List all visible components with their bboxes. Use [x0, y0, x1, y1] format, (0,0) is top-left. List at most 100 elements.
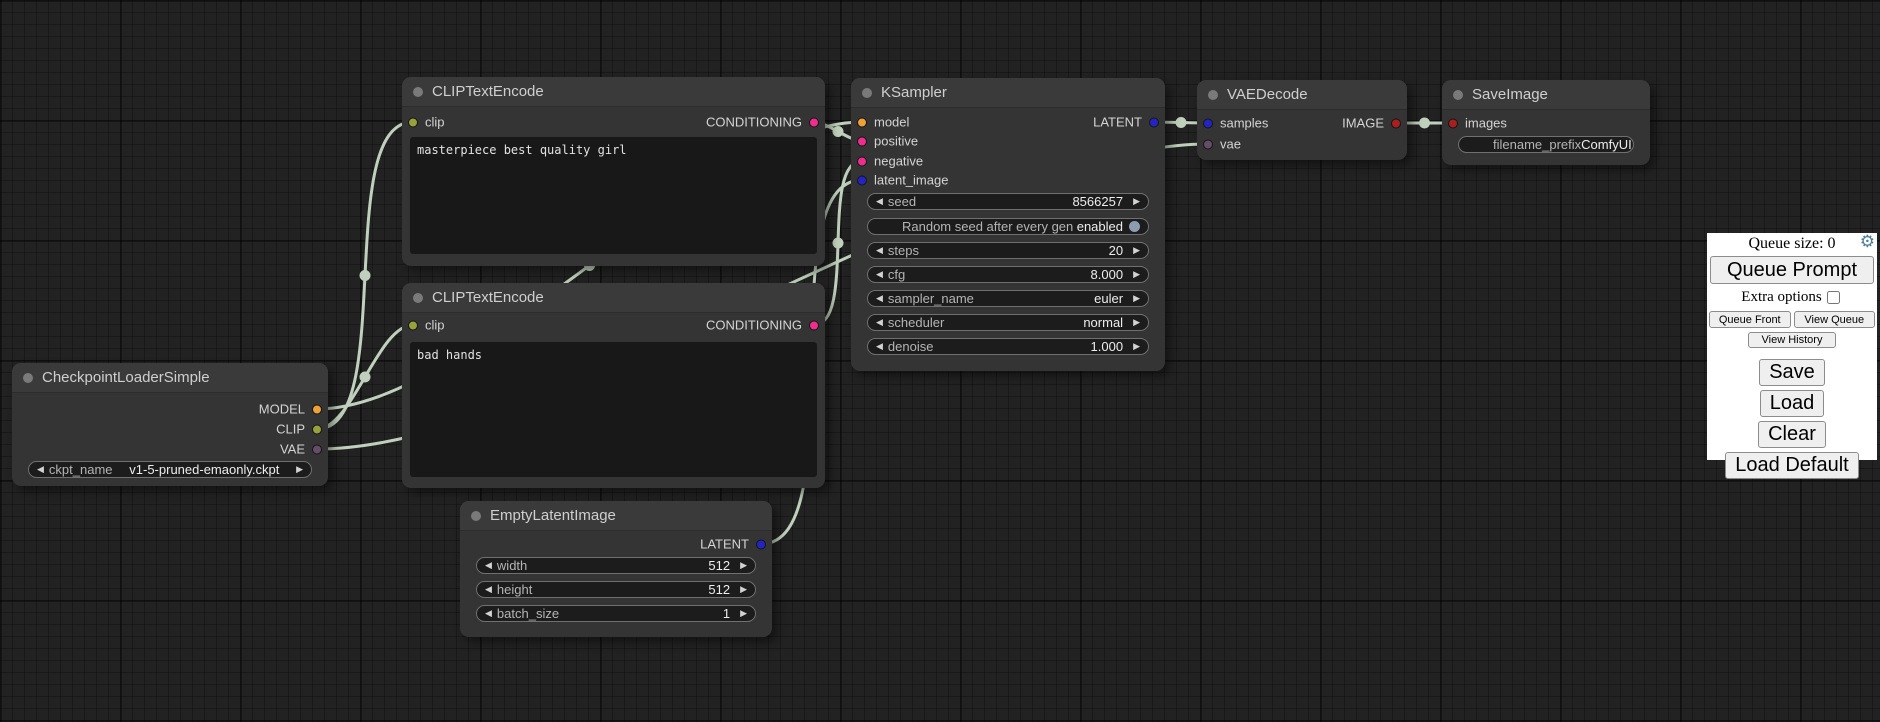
seed-widget[interactable]: ◀ seed 8566257 ▶ — [867, 193, 1149, 210]
input-slot-negative[interactable]: negative — [857, 154, 923, 169]
positive-prompt-textarea[interactable]: masterpiece best quality girl — [410, 137, 817, 254]
input-slot-samples[interactable]: samples — [1203, 116, 1268, 131]
input-slot-positive[interactable]: positive — [857, 134, 918, 149]
decrement-arrow-icon[interactable]: ◀ — [876, 270, 883, 279]
view-history-button[interactable]: View History — [1748, 332, 1836, 348]
node-empty-latent-image: EmptyLatentImage LATENT ◀ width 512 ▶ ◀ … — [460, 501, 772, 637]
width-widget[interactable]: ◀ width 512 ▶ — [476, 557, 756, 574]
ckpt-name-value: v1-5-pruned-emaonly.ckpt — [113, 463, 297, 476]
positive-input-dot[interactable] — [857, 136, 867, 146]
settings-gear-icon[interactable]: ⚙ — [1860, 232, 1875, 252]
node-title-bar[interactable]: CLIPTextEncode — [402, 283, 825, 313]
decrement-arrow-icon[interactable]: ◀ — [876, 246, 883, 255]
collapse-dot-icon[interactable] — [413, 87, 423, 97]
output-slot-conditioning[interactable]: CONDITIONING — [706, 115, 819, 130]
clip-output-dot[interactable] — [312, 424, 322, 434]
collapse-dot-icon[interactable] — [471, 511, 481, 521]
steps-widget[interactable]: ◀ steps 20 ▶ — [867, 242, 1149, 259]
samples-input-dot[interactable] — [1203, 118, 1213, 128]
clear-button[interactable]: Clear — [1758, 421, 1826, 448]
output-slot-latent[interactable]: LATENT — [700, 537, 766, 552]
decrement-arrow-icon[interactable]: ◀ — [485, 561, 492, 570]
filename-prefix-widget[interactable]: filename_prefix ComfyUI — [1458, 136, 1634, 153]
input-slot-clip[interactable]: clip — [408, 318, 445, 333]
ckpt-name-widget[interactable]: ◀ ckpt_name v1-5-pruned-emaonly.ckpt ▶ — [28, 461, 312, 478]
latent-output-dot[interactable] — [756, 539, 766, 549]
toggle-enabled-icon[interactable] — [1129, 221, 1140, 232]
increment-arrow-icon[interactable]: ▶ — [740, 585, 747, 594]
node-title-bar[interactable]: CLIPTextEncode — [402, 77, 825, 107]
node-title-bar[interactable]: KSampler — [851, 78, 1165, 108]
load-default-button[interactable]: Load Default — [1725, 452, 1858, 479]
decrement-arrow-icon[interactable]: ◀ — [876, 294, 883, 303]
negative-input-dot[interactable] — [857, 156, 867, 166]
collapse-dot-icon[interactable] — [23, 373, 33, 383]
input-slot-vae[interactable]: vae — [1203, 137, 1241, 152]
node-graph-canvas[interactable]: CheckpointLoaderSimple MODEL CLIP VAE ◀ … — [0, 0, 1880, 722]
random-seed-toggle-widget[interactable]: Random seed after every gen enabled — [867, 218, 1149, 235]
increment-arrow-icon[interactable]: ▶ — [1133, 294, 1140, 303]
view-queue-button[interactable]: View Queue — [1794, 311, 1876, 328]
vae-output-dot[interactable] — [312, 444, 322, 454]
increment-arrow-icon[interactable]: ▶ — [740, 609, 747, 618]
latent-output-dot[interactable] — [1149, 117, 1159, 127]
node-title-bar[interactable]: CheckpointLoaderSimple — [12, 363, 328, 393]
decrement-arrow-icon[interactable]: ◀ — [485, 609, 492, 618]
input-slot-images[interactable]: images — [1448, 116, 1507, 131]
decrement-arrow-icon[interactable]: ◀ — [876, 342, 883, 351]
image-output-dot[interactable] — [1391, 118, 1401, 128]
collapse-dot-icon[interactable] — [413, 293, 423, 303]
increment-arrow-icon[interactable]: ▶ — [296, 465, 303, 474]
collapse-dot-icon[interactable] — [862, 88, 872, 98]
collapse-dot-icon[interactable] — [1208, 90, 1218, 100]
extra-options-checkbox[interactable] — [1827, 291, 1840, 304]
input-slot-latent-image[interactable]: latent_image — [857, 173, 948, 188]
load-button[interactable]: Load — [1760, 390, 1825, 417]
output-slot-clip[interactable]: CLIP — [276, 422, 322, 437]
images-input-dot[interactable] — [1448, 118, 1458, 128]
clip-input-dot[interactable] — [408, 117, 418, 127]
queue-front-button[interactable]: Queue Front — [1709, 311, 1791, 328]
latent-image-input-dot[interactable] — [857, 175, 867, 185]
decrement-arrow-icon[interactable]: ◀ — [37, 465, 44, 474]
batch-size-widget[interactable]: ◀ batch_size 1 ▶ — [476, 605, 756, 622]
input-slot-clip[interactable]: clip — [408, 115, 445, 130]
model-input-dot[interactable] — [857, 117, 867, 127]
node-clip-text-encode-negative: CLIPTextEncode clip CONDITIONING bad han… — [402, 283, 825, 488]
conditioning-output-dot[interactable] — [809, 117, 819, 127]
save-button[interactable]: Save — [1759, 359, 1825, 386]
increment-arrow-icon[interactable]: ▶ — [1133, 197, 1140, 206]
decrement-arrow-icon[interactable]: ◀ — [876, 197, 883, 206]
increment-arrow-icon[interactable]: ▶ — [1133, 318, 1140, 327]
collapse-dot-icon[interactable] — [1453, 90, 1463, 100]
increment-arrow-icon[interactable]: ▶ — [1133, 342, 1140, 351]
input-slot-model[interactable]: model — [857, 115, 909, 130]
cfg-widget[interactable]: ◀ cfg 8.000 ▶ — [867, 266, 1149, 283]
denoise-widget[interactable]: ◀ denoise 1.000 ▶ — [867, 338, 1149, 355]
node-ksampler: KSampler model positive negative latent_… — [851, 78, 1165, 371]
sampler-name-widget[interactable]: ◀ sampler_name euler ▶ — [867, 290, 1149, 307]
clip-input-dot[interactable] — [408, 320, 418, 330]
node-title-bar[interactable]: EmptyLatentImage — [460, 501, 772, 531]
model-output-dot[interactable] — [312, 404, 322, 414]
output-slot-latent[interactable]: LATENT — [1093, 115, 1159, 130]
output-slot-conditioning[interactable]: CONDITIONING — [706, 318, 819, 333]
output-slot-vae[interactable]: VAE — [280, 442, 322, 457]
vae-input-dot[interactable] — [1203, 139, 1213, 149]
node-title-bar[interactable]: SaveImage — [1442, 80, 1650, 110]
extra-options-label: Extra options — [1741, 289, 1821, 305]
output-slot-image[interactable]: IMAGE — [1342, 116, 1401, 131]
queue-prompt-button[interactable]: Queue Prompt — [1710, 256, 1874, 284]
height-widget[interactable]: ◀ height 512 ▶ — [476, 581, 756, 598]
increment-arrow-icon[interactable]: ▶ — [1133, 246, 1140, 255]
node-title-bar[interactable]: VAEDecode — [1197, 80, 1407, 110]
decrement-arrow-icon[interactable]: ◀ — [485, 585, 492, 594]
increment-arrow-icon[interactable]: ▶ — [1133, 270, 1140, 279]
negative-prompt-textarea[interactable]: bad hands — [410, 342, 817, 477]
conditioning-output-dot[interactable] — [809, 320, 819, 330]
node-clip-text-encode-positive: CLIPTextEncode clip CONDITIONING masterp… — [402, 77, 825, 266]
increment-arrow-icon[interactable]: ▶ — [740, 561, 747, 570]
decrement-arrow-icon[interactable]: ◀ — [876, 318, 883, 327]
scheduler-widget[interactable]: ◀ scheduler normal ▶ — [867, 314, 1149, 331]
output-slot-model[interactable]: MODEL — [259, 402, 322, 417]
